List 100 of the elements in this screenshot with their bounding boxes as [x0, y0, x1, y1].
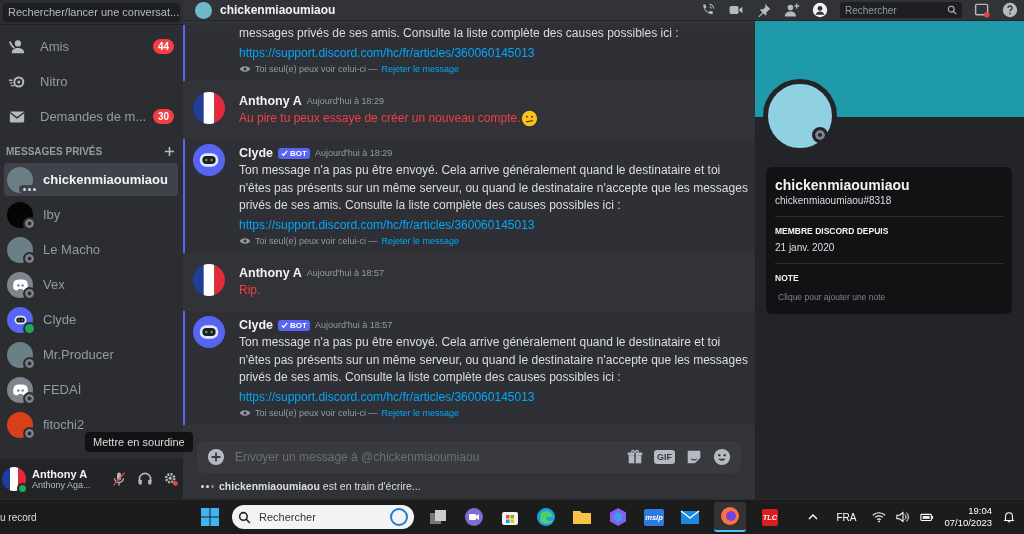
avatar	[7, 271, 33, 298]
settings-icon[interactable]	[163, 471, 179, 488]
ring-icon[interactable]	[390, 508, 408, 527]
timestamp: Aujourd'hui à 18:57	[314, 320, 393, 331]
conversation-item[interactable]: Vex	[4, 268, 178, 301]
section-label: NOTE	[775, 273, 800, 283]
keyboard-language[interactable]: FRA	[836, 511, 857, 523]
unread-count: 44	[152, 39, 174, 54]
timestamp: Aujourd'hui à 18:29	[306, 96, 384, 107]
notification-bell-icon[interactable]	[1002, 511, 1016, 524]
conversation-search-field[interactable]: Rechercher/lancer une conversat...	[3, 2, 180, 22]
check-icon	[281, 321, 289, 329]
eye-icon	[239, 409, 251, 418]
username: chickenmiaoumiaou#8318	[775, 195, 893, 206]
microphone-icon[interactable]	[111, 471, 127, 488]
wifi-icon[interactable]	[872, 511, 887, 524]
tooltip: Mettre en sourdine	[85, 432, 193, 452]
author-name[interactable]: Clyde	[239, 146, 274, 161]
fox-globe-icon[interactable]	[720, 506, 740, 527]
robot-avatar-icon	[193, 144, 225, 177]
hexagon-logo-icon[interactable]	[608, 507, 628, 528]
nav-item[interactable]: Demandes de m...	[40, 109, 153, 124]
message-input-field[interactable]: Envoyer un message à @chickenmiaoumiaou GIF	[197, 441, 741, 474]
section-label: MEMBRE DISCORD DEPUIS	[775, 226, 890, 236]
typing-indicator-icon	[201, 484, 214, 488]
video-chat-icon[interactable]	[464, 507, 484, 528]
profile-icon[interactable]	[812, 2, 828, 18]
conversation-item[interactable]: Clyde	[4, 303, 178, 336]
search-field[interactable]: Rechercher	[840, 2, 962, 18]
avatar	[7, 306, 33, 333]
taskbar-text: u record	[0, 511, 38, 523]
user-name: Anthony A	[32, 468, 89, 481]
clock-time[interactable]: 19:04	[968, 505, 992, 518]
friends-icon	[8, 37, 26, 56]
france-flag-icon	[193, 92, 225, 125]
avatar	[195, 1, 212, 19]
section-title: MESSAGES PRIVÉS	[6, 146, 103, 157]
avatar	[7, 376, 33, 403]
display-name: chickenmiaoumiaou	[775, 177, 911, 193]
conversation-item[interactable]: Iby	[4, 198, 178, 231]
emoji-icon[interactable]	[713, 448, 731, 467]
message-text: Ton message n'a pas pu être envoyé. Cela arrive généralement quand le destinataire et toi n'êtes pas présents sur un même serveur, ou quand le destinataire n'accepte que les messages privés de ses amis. Consulte la liste complète des causes possibles ici :	[239, 162, 749, 215]
message-text: Ton message n'a pas pu être envoyé. Cela arrive généralement quand le destinataire et toi n'êtes pas présents sur un même serveur, ou quand le destinataire n'accepte que les messages privés de ses amis. Consulte la liste complète des causes possibles ici :	[239, 334, 749, 387]
avatar	[7, 341, 33, 368]
link[interactable]: https://support.discord.com/hc/fr/articles/360060145013	[239, 216, 535, 235]
message-text: messages privés de ses amis. Consulte la liste complète des causes possibles ici :	[239, 25, 679, 43]
inbox-icon[interactable]	[974, 2, 990, 18]
battery-icon[interactable]	[920, 511, 935, 524]
avatar	[7, 411, 33, 438]
speaker-icon[interactable]	[896, 511, 911, 524]
clock-date[interactable]: 07/10/2023	[944, 517, 992, 530]
link[interactable]: https://support.discord.com/hc/fr/articles/360060145013	[239, 44, 535, 63]
author-name[interactable]: Anthony A	[239, 94, 302, 109]
visibility-note: Toi seul(e) peux voir celui-ci —	[255, 64, 378, 75]
france-flag-icon	[193, 264, 225, 297]
avatar	[7, 236, 33, 263]
dismiss-link[interactable]: Rejeter le message	[381, 236, 460, 247]
message-text: Rip.	[239, 282, 261, 300]
avatar	[7, 201, 33, 228]
dismiss-link[interactable]: Rejeter le message	[381, 408, 460, 419]
author-name[interactable]: Anthony A	[239, 266, 302, 281]
member-since-date: 21 janv. 2020	[775, 242, 836, 253]
pin-icon[interactable]	[756, 2, 772, 18]
timestamp: Aujourd'hui à 18:57	[306, 268, 384, 279]
link[interactable]: https://support.discord.com/hc/fr/articles/360060145013	[239, 388, 535, 407]
add-friend-icon[interactable]	[784, 2, 800, 18]
user-subtitle: Anthony Aga...	[32, 480, 92, 491]
browser-wave-icon[interactable]	[536, 507, 556, 528]
headphones-icon[interactable]	[137, 471, 153, 488]
visibility-note: Toi seul(e) peux voir celui-ci —	[255, 408, 378, 419]
search-icon	[238, 510, 251, 524]
check-icon	[281, 149, 289, 157]
nav-item[interactable]: Amis	[40, 39, 153, 54]
search-icon	[947, 5, 957, 15]
robot-avatar-icon	[193, 316, 225, 349]
message-text: Au pire tu peux essaye de créer un nouveau compte.	[239, 110, 521, 128]
nav-item[interactable]: Nitro	[40, 74, 174, 89]
typing-status: chickenmiaoumiaou est en train d'écrire...	[219, 480, 421, 493]
eye-icon	[239, 237, 251, 246]
bot-tag: BOT	[278, 319, 310, 331]
timestamp: Aujourd'hui à 18:29	[314, 148, 393, 159]
note-field[interactable]: Clique pour ajouter une note	[775, 290, 1003, 304]
conversation-item[interactable]: chickenmiaoumiaou	[4, 163, 178, 196]
add-icon[interactable]	[207, 448, 225, 467]
eye-icon	[239, 65, 251, 74]
gif-button[interactable]: GIF	[654, 450, 675, 465]
conversation-item[interactable]: Mr.Producer	[4, 338, 178, 371]
windows-start-icon[interactable]	[200, 507, 220, 528]
add-icon[interactable]	[164, 146, 175, 157]
conversation-item[interactable]: FEDAİ	[4, 373, 178, 406]
bot-tag: BOT	[278, 147, 310, 159]
help-icon[interactable]	[1002, 2, 1018, 18]
unread-count: 30	[152, 109, 174, 124]
taskbar-search-field[interactable]: Rechercher	[232, 505, 414, 530]
author-name[interactable]: Clyde	[239, 318, 274, 333]
status-icon	[17, 483, 28, 495]
conversation-item[interactable]: Le Macho	[4, 233, 178, 266]
visibility-note: Toi seul(e) peux voir celui-ci —	[255, 236, 378, 247]
channel-title: chickenmiaoumiaou	[220, 3, 336, 17]
dismiss-link[interactable]: Rejeter le message	[381, 64, 460, 75]
